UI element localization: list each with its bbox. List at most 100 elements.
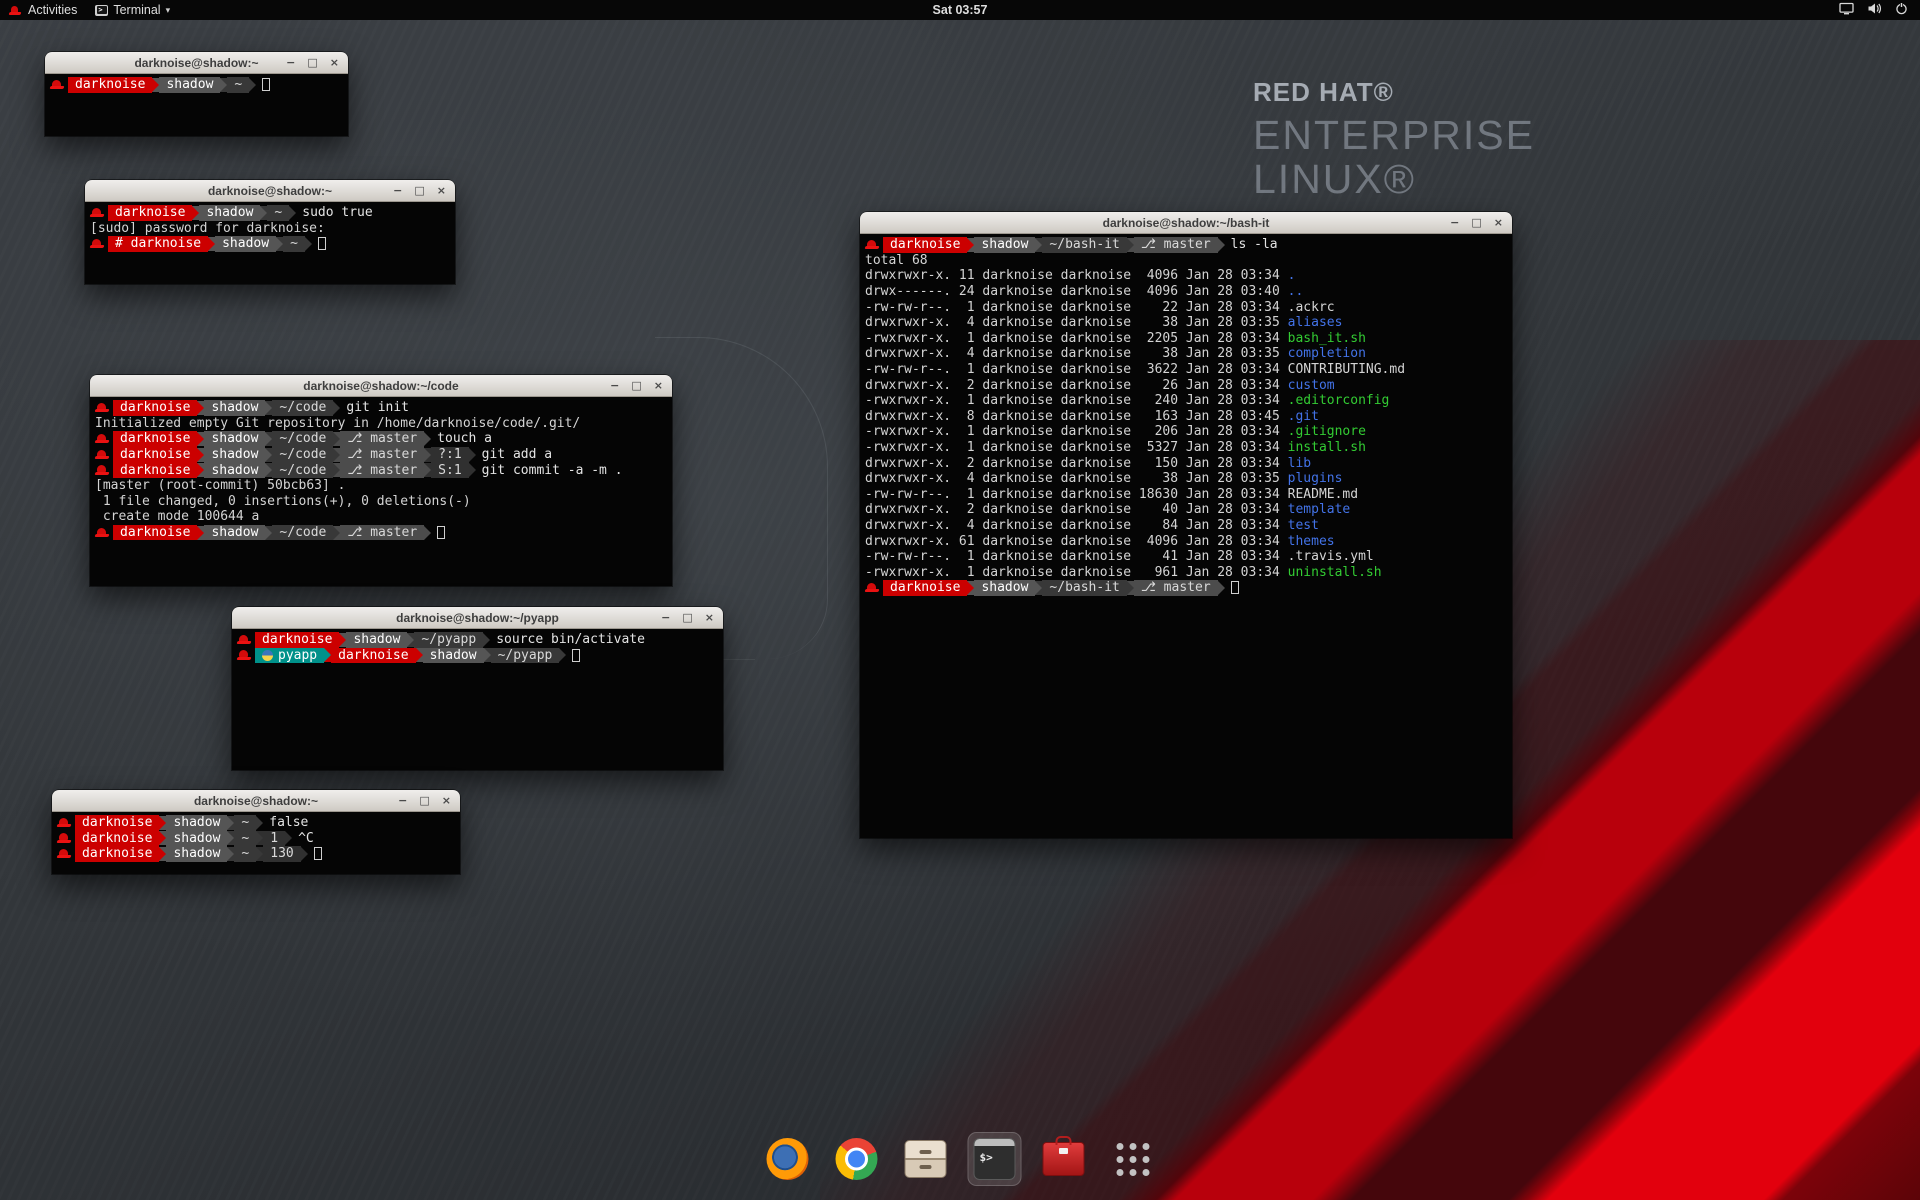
display-icon[interactable] (1839, 2, 1854, 18)
prompt-segment-git: ⎇ master (1134, 237, 1218, 253)
terminal-window-code[interactable]: darknoise@shadow:~/code − □ × darknoises… (90, 375, 672, 586)
maximize-button[interactable]: □ (419, 795, 429, 806)
gnome-top-bar: Activities Terminal ▾ Sat 03:57 (0, 0, 1920, 20)
powerline-separator (152, 78, 159, 92)
terminal-line: darknoiseshadow~/code⎇ master?:1git add … (95, 447, 667, 463)
system-status-area[interactable] (1839, 0, 1920, 20)
powerline-separator (469, 448, 476, 462)
window-titlebar[interactable]: darknoise@shadow:~/bash-it − □ × (860, 212, 1512, 234)
window-titlebar[interactable]: darknoise@shadow:~/pyapp − □ × (232, 607, 723, 629)
redhat-logo-icon (9, 5, 21, 16)
terminal-body[interactable]: darknoiseshadow~falsedarknoiseshadow~1^C… (52, 812, 460, 874)
window-title: darknoise@shadow:~ (134, 56, 258, 70)
terminal-body[interactable]: darknoiseshadow~/pyappsource bin/activat… (232, 629, 723, 770)
terminal-window-sudo[interactable]: darknoise@shadow:~ − □ × darknoiseshadow… (85, 180, 455, 284)
prompt-segment-path: ~ (234, 831, 256, 847)
minimize-button[interactable]: − (1450, 217, 1459, 228)
prompt-segment-host: shadow (204, 431, 265, 447)
terminal-output: .travis.yml (1288, 549, 1374, 564)
branding-redhat: RED HAT® (1253, 78, 1535, 106)
close-button[interactable]: × (654, 380, 663, 391)
dock-item-chrome[interactable] (830, 1132, 884, 1186)
prompt-segment-user: darknoise (113, 462, 197, 478)
prompt-segment-host: shadow (166, 815, 227, 831)
window-titlebar[interactable]: darknoise@shadow:~ − □ × (45, 52, 348, 74)
terminal-body[interactable]: darknoiseshadow~sudo true[sudo] password… (85, 202, 455, 284)
activities-button[interactable]: Activities (0, 0, 86, 20)
window-titlebar[interactable]: darknoise@shadow:~ − □ × (52, 790, 460, 812)
volume-icon[interactable] (1867, 2, 1882, 18)
minimize-button[interactable]: − (398, 795, 407, 806)
terminal-window-pyapp[interactable]: darknoise@shadow:~/pyapp − □ × darknoise… (232, 607, 723, 770)
terminal-line: -rw-rw-r--. 1 darknoise darknoise 41 Jan… (865, 549, 1507, 565)
terminal-line: drwxrwxr-x. 2 darknoise darknoise 40 Jan… (865, 502, 1507, 518)
minimize-button[interactable]: − (610, 380, 619, 391)
terminal-body[interactable]: darknoiseshadow~ (45, 74, 348, 136)
dock-item-app-grid[interactable] (1106, 1132, 1160, 1186)
maximize-button[interactable]: □ (307, 57, 317, 68)
minimize-button[interactable]: − (393, 185, 402, 196)
redhat-prompt-icon (95, 527, 109, 539)
maximize-button[interactable]: □ (631, 380, 641, 391)
terminal-body[interactable]: darknoiseshadow~/bash-it⎇ masterls -lato… (860, 234, 1512, 838)
prompt-segment-git: ⎇ master (340, 462, 424, 478)
prompt-segment-host: shadow (204, 400, 265, 416)
prompt-segment-user: darknoise (113, 447, 197, 463)
power-icon[interactable] (1895, 2, 1908, 18)
redhat-prompt-icon (95, 464, 109, 476)
prompt-segment-path: ~ (267, 205, 289, 221)
terminal-line: darknoiseshadow~/code⎇ masterS:1git comm… (95, 462, 667, 478)
terminal-line: -rwxrwxr-x. 1 darknoise darknoise 206 Ja… (865, 424, 1507, 440)
prompt-segment-user: # darknoise (108, 236, 208, 252)
terminal-output: -rwxrwxr-x. 1 darknoise darknoise 240 Ja… (865, 393, 1288, 408)
terminal-window-home-2[interactable]: darknoise@shadow:~ − □ × darknoiseshadow… (52, 790, 460, 874)
dock-item-terminal[interactable] (968, 1132, 1022, 1186)
clock[interactable]: Sat 03:57 (933, 3, 988, 17)
desktop: RED HAT® ENTERPRISE LINUX® Activities Te… (0, 0, 1920, 1200)
minimize-button[interactable]: − (661, 612, 670, 623)
prompt-segment-user: darknoise (883, 237, 967, 253)
close-button[interactable]: × (1494, 217, 1503, 228)
terminal-line: darknoiseshadow~1^C (57, 831, 455, 847)
app-menu-terminal[interactable]: Terminal ▾ (86, 0, 179, 20)
close-button[interactable]: × (705, 612, 714, 623)
powerline-separator (1127, 238, 1134, 252)
redhat-prompt-icon (95, 449, 109, 461)
window-titlebar[interactable]: darknoise@shadow:~/code − □ × (90, 375, 672, 397)
powerline-separator (333, 526, 340, 540)
command-text: touch a (437, 431, 492, 446)
maximize-button[interactable]: □ (682, 612, 692, 623)
close-button[interactable]: × (330, 57, 339, 68)
terminal-output: [master (root-commit) 50bcb63] . (95, 478, 345, 493)
dock-item-firefox[interactable] (761, 1132, 815, 1186)
terminal-body[interactable]: darknoiseshadow~/codegit initInitialized… (90, 397, 672, 586)
dock-item-files[interactable] (899, 1132, 953, 1186)
close-button[interactable]: × (437, 185, 446, 196)
terminal-output: README.md (1288, 487, 1358, 502)
redhat-branding: RED HAT® ENTERPRISE LINUX® (1253, 78, 1535, 202)
close-button[interactable]: × (442, 795, 451, 806)
terminal-output: -rw-rw-r--. 1 darknoise darknoise 18630 … (865, 487, 1288, 502)
maximize-button[interactable]: □ (1471, 217, 1481, 228)
terminal-line: drwxrwxr-x. 8 darknoise darknoise 163 Ja… (865, 409, 1507, 425)
terminal-cursor (262, 78, 270, 91)
powerline-separator (484, 648, 491, 662)
terminal-line: -rw-rw-r--. 1 darknoise darknoise 22 Jan… (865, 299, 1507, 315)
terminal-line: darknoiseshadow~/pyappsource bin/activat… (237, 632, 718, 648)
maximize-button[interactable]: □ (414, 185, 424, 196)
window-titlebar[interactable]: darknoise@shadow:~ − □ × (85, 180, 455, 202)
dock-item-toolbox[interactable] (1037, 1132, 1091, 1186)
terminal-window-bash-it[interactable]: darknoise@shadow:~/bash-it − □ × darknoi… (860, 212, 1512, 838)
terminal-icon (95, 5, 108, 16)
powerline-separator (159, 847, 166, 861)
redhat-prompt-icon (865, 582, 879, 594)
redhat-prompt-icon (90, 238, 104, 250)
powerline-separator (424, 463, 431, 477)
terminal-line: drwxrwxr-x. 2 darknoise darknoise 150 Ja… (865, 455, 1507, 471)
terminal-window-home-1[interactable]: darknoise@shadow:~ − □ × darknoiseshadow… (45, 52, 348, 136)
terminal-line: darknoiseshadow~/bash-it⎇ masterls -la (865, 237, 1507, 253)
prompt-segment-path: ~ (234, 815, 256, 831)
minimize-button[interactable]: − (286, 57, 295, 68)
prompt-segment-status: S:1 (431, 462, 468, 478)
powerline-separator (208, 237, 215, 251)
